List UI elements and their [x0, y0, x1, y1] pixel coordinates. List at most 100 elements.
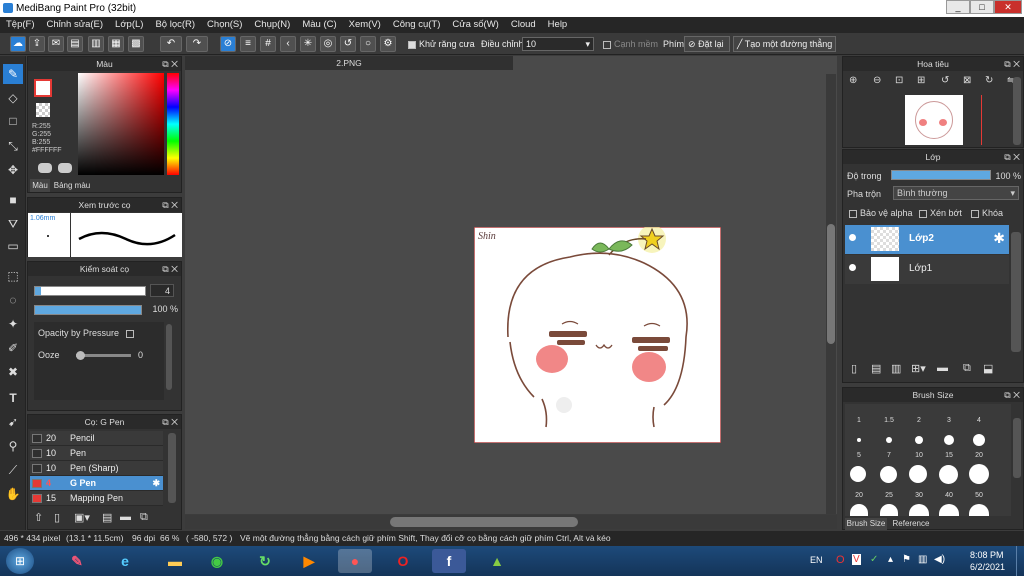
layer-scrollbar[interactable]: [1011, 232, 1021, 352]
vertical-scroll-thumb[interactable]: [827, 224, 835, 344]
actual-size-icon[interactable]: ⊞: [917, 75, 925, 86]
chat-icon[interactable]: ▤: [67, 36, 83, 52]
menu-tools[interactable]: Công cụ(T): [387, 17, 447, 33]
dot-tool-icon[interactable]: □: [3, 111, 23, 131]
soft-edge-checkbox[interactable]: Cạnh mềm: [603, 36, 658, 52]
gradient-tool-icon[interactable]: ▭: [3, 236, 23, 256]
eraser-tool-icon[interactable]: ◇: [3, 88, 23, 108]
new-halftone-layer-icon[interactable]: ▤: [871, 362, 881, 375]
select-eraser-tool-icon[interactable]: ✖: [3, 362, 23, 382]
menu-window[interactable]: Cửa số(W): [446, 17, 504, 33]
brush-size-slider[interactable]: [34, 286, 146, 296]
operation-tool-icon[interactable]: ➹: [3, 412, 23, 432]
panel-close-icon[interactable]: ⧉ ✕: [162, 198, 178, 212]
visibility-eye-icon[interactable]: [849, 264, 856, 271]
lock-checkbox[interactable]: Khóa: [971, 208, 1003, 218]
brush-size-dot[interactable]: [880, 466, 897, 483]
grid-icon[interactable]: ▦: [108, 36, 124, 52]
divide-tool-icon[interactable]: ⟋: [3, 460, 23, 480]
select-pen-tool-icon[interactable]: ✐: [3, 338, 23, 358]
brush-size-dot[interactable]: [857, 438, 861, 442]
clipping-checkbox[interactable]: Xén bớt: [919, 208, 962, 218]
menu-snap[interactable]: Chụp(N): [248, 17, 296, 33]
tab-brush-size[interactable]: Brush Size: [845, 518, 887, 530]
tab-color[interactable]: Màu: [30, 179, 50, 192]
brush-size-grid[interactable]: 1 1.5 2 3 4 5 7 10 15 20 20 25 30 40 50: [845, 404, 1011, 516]
ooze-slider-handle[interactable]: [76, 351, 85, 360]
blend-select[interactable]: Bình thường ▾: [893, 186, 1019, 200]
hue-slider[interactable]: [167, 73, 179, 175]
copy-brush-icon[interactable]: ▣▾: [74, 511, 90, 524]
menu-view[interactable]: Xem(V): [343, 17, 387, 33]
facebook-icon[interactable]: f: [432, 549, 466, 573]
tray-network-icon[interactable]: ▥: [918, 554, 927, 565]
new-layer-icon[interactable]: ▯: [851, 362, 857, 375]
brush-item-pen-sharp[interactable]: 10 Pen (Sharp): [30, 461, 163, 476]
paint-app-icon[interactable]: ✎: [60, 549, 94, 573]
menu-edit[interactable]: Chỉnh sửa(E): [41, 17, 110, 33]
vertical-scrollbar[interactable]: [826, 74, 836, 514]
antialias-checkbox[interactable]: Khử răng cưa: [408, 36, 475, 52]
merge-layer-icon[interactable]: ⬓: [983, 362, 993, 375]
redo-icon[interactable]: ↷: [186, 36, 208, 52]
primary-color-swatch[interactable]: [34, 79, 52, 97]
palette-mode-button[interactable]: [58, 163, 72, 173]
gear-icon[interactable]: ✱: [152, 476, 160, 491]
edit-brush-icon[interactable]: ▤: [102, 511, 112, 524]
move-tool-icon[interactable]: ✥: [3, 160, 23, 180]
brush-size-dot[interactable]: [880, 504, 898, 516]
correction-tool-icon[interactable]: ⤡: [3, 136, 23, 156]
panel-close-icon[interactable]: ⧉ ✕: [162, 262, 178, 276]
layer-folder-icon[interactable]: ▬: [937, 362, 948, 374]
language-indicator[interactable]: EN: [810, 555, 823, 565]
comment-icon[interactable]: ✉: [48, 36, 64, 52]
brush-size-dot[interactable]: [969, 464, 989, 484]
select-rect-tool-icon[interactable]: ⬚: [3, 266, 23, 286]
text-tool-icon[interactable]: T: [3, 388, 23, 408]
clock-date[interactable]: 6/2/2021: [970, 562, 1005, 572]
snap-off-icon[interactable]: ⊘: [220, 36, 236, 52]
radial-snap-icon[interactable]: ✳: [300, 36, 316, 52]
brush-size-dot[interactable]: [939, 465, 958, 484]
visibility-eye-icon[interactable]: [849, 234, 856, 241]
bucket-tool-icon[interactable]: ⛛: [3, 214, 23, 234]
brush-control-scrollbar[interactable]: [166, 324, 172, 390]
brush-size-dot[interactable]: [850, 466, 866, 482]
tray-opera-icon[interactable]: O: [836, 554, 845, 566]
panel-close-icon[interactable]: ⧉ ✕: [162, 57, 178, 71]
duplicate-icon[interactable]: ⧉: [140, 511, 148, 524]
lasso-tool-icon[interactable]: ◌: [3, 290, 23, 310]
new-1bit-layer-icon[interactable]: ▥: [891, 362, 901, 375]
brush-size-dot[interactable]: [969, 504, 989, 516]
protect-alpha-checkbox[interactable]: Bảo vệ alpha: [849, 208, 913, 218]
chrome-icon[interactable]: ◉: [200, 549, 234, 573]
tray-chevron-icon[interactable]: ▴: [888, 554, 893, 565]
internet-explorer-icon[interactable]: e: [108, 549, 142, 573]
maximize-button[interactable]: □: [970, 0, 994, 14]
rotate-left-icon[interactable]: ↺: [941, 75, 949, 86]
opera-icon[interactable]: O: [386, 549, 420, 573]
tray-app-icon[interactable]: ✓: [870, 554, 878, 565]
adjust-select[interactable]: 10 ▾: [522, 37, 594, 51]
brush-size-dot[interactable]: [944, 435, 954, 445]
game-icon[interactable]: ▲: [480, 549, 514, 573]
app-green-icon[interactable]: ↻: [248, 549, 282, 573]
layer-opacity-slider[interactable]: [891, 170, 991, 180]
minimize-button[interactable]: _: [946, 0, 970, 14]
brush-item-mapping-pen[interactable]: 15 Mapping Pen: [30, 491, 163, 506]
upload-icon[interactable]: ⇪: [29, 36, 45, 52]
reset-rotate-icon[interactable]: ⊠: [963, 75, 971, 86]
folder-icon[interactable]: ▬: [120, 511, 131, 523]
menu-filter[interactable]: Bộ lọc(R): [149, 17, 201, 33]
brush-size-dot[interactable]: [909, 465, 927, 483]
magic-wand-tool-icon[interactable]: ✦: [3, 314, 23, 334]
panel-close-icon[interactable]: ⧉ ✕: [1004, 388, 1020, 402]
brush-item-g-pen[interactable]: 4G Pen ✱: [30, 476, 163, 491]
hand-tool-icon[interactable]: ✋: [3, 484, 23, 504]
cloud-icon[interactable]: ☁: [10, 36, 26, 52]
document-icon[interactable]: ▥: [88, 36, 104, 52]
parallel-snap-icon[interactable]: ≡: [240, 36, 256, 52]
brush-list-scrollbar[interactable]: [168, 433, 176, 503]
brush-size-scrollbar[interactable]: [1013, 418, 1021, 478]
color-picker-square[interactable]: [78, 73, 164, 175]
